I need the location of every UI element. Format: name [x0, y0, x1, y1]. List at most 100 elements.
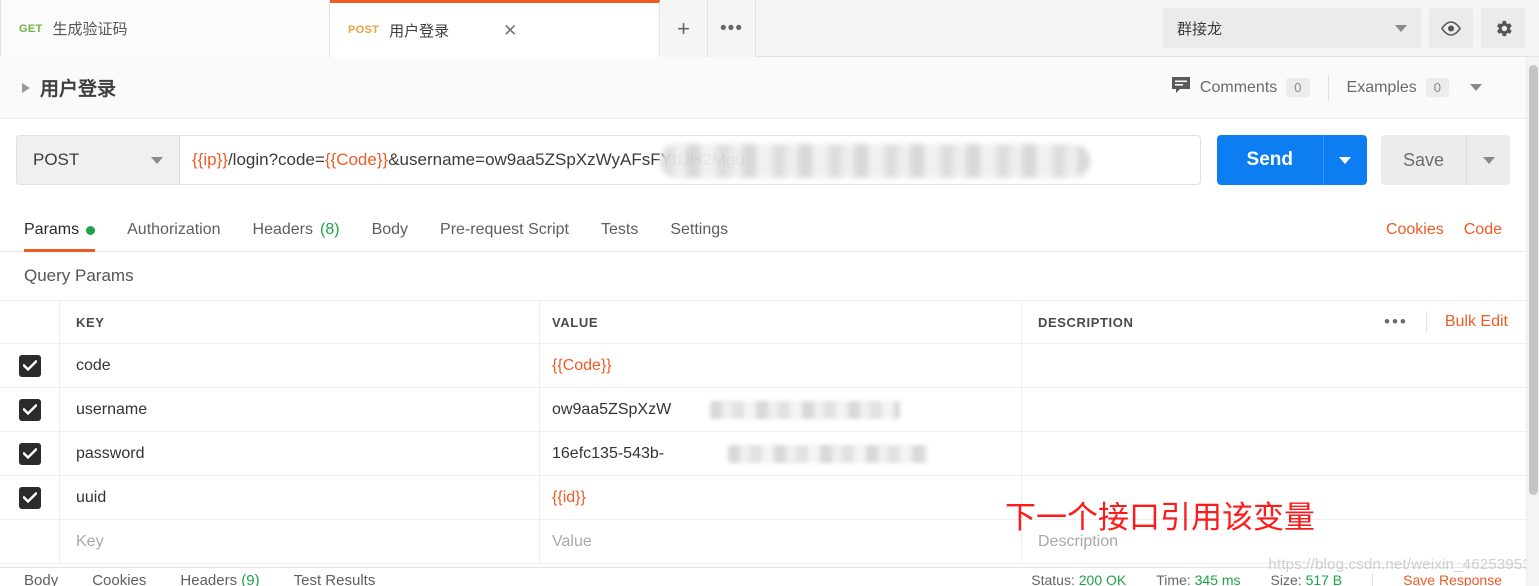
tab-params-label: Params: [24, 221, 80, 238]
tab-body[interactable]: Body: [356, 221, 424, 251]
url-bar-row: POST {{ip}}/login?code={{Code}}&username…: [0, 119, 1526, 201]
tab-tests-label: Tests: [600, 221, 639, 238]
code-link[interactable]: Code: [1464, 221, 1502, 239]
new-key-input[interactable]: Key: [60, 520, 540, 563]
response-tab-body[interactable]: Body: [24, 572, 58, 586]
save-response-button[interactable]: Save Response: [1403, 572, 1502, 586]
time-label: Time:: [1156, 572, 1191, 586]
row-description[interactable]: [1022, 432, 1526, 475]
row-value: 16efc135-543b-: [552, 444, 665, 462]
cookies-link[interactable]: Cookies: [1386, 221, 1444, 239]
chevron-down-icon: [1395, 24, 1407, 32]
environment-controls: 群接龙: [1163, 8, 1525, 48]
tab-method-get: GET: [19, 22, 43, 35]
tab-pre-request-script-label: Pre-request Script: [440, 221, 569, 238]
column-header-key: KEY: [60, 301, 540, 343]
row-checkbox[interactable]: [18, 398, 41, 421]
row-description[interactable]: [1022, 344, 1526, 387]
request-tab-post[interactable]: POST 用户登录 ✕: [330, 0, 660, 57]
plus-icon[interactable]: +: [660, 0, 708, 57]
tab-label-get: 生成验证码: [52, 21, 128, 38]
comments-count: 0: [1286, 78, 1310, 97]
row-value: {{Code}}: [552, 356, 612, 374]
section-tabs-links: Cookies Code: [1386, 221, 1502, 251]
response-tab-test-results[interactable]: Test Results: [294, 572, 376, 586]
row-value-cell[interactable]: {{Code}}: [540, 344, 1022, 387]
ellipsis-icon[interactable]: •••: [708, 0, 756, 57]
query-params-section-header: Query Params: [0, 252, 1526, 300]
examples-button[interactable]: Examples 0: [1329, 78, 1500, 97]
tab-authorization[interactable]: Authorization: [111, 221, 236, 251]
chevron-right-icon[interactable]: [22, 82, 30, 93]
response-tabs: Body Cookies Headers (9) Test Results: [24, 572, 375, 586]
column-header-value: VALUE: [540, 301, 1022, 343]
table-header-row: KEY VALUE DESCRIPTION ••• Bulk Edit: [0, 300, 1526, 344]
response-tab-headers[interactable]: Headers (9): [180, 572, 259, 586]
tab-tests[interactable]: Tests: [585, 221, 654, 251]
comments-button[interactable]: Comments 0: [1153, 76, 1328, 100]
new-value-input[interactable]: Value: [540, 520, 1022, 563]
row-key[interactable]: password: [60, 432, 540, 475]
tab-settings-label: Settings: [670, 221, 729, 238]
send-options-button[interactable]: [1322, 135, 1367, 185]
send-button[interactable]: Send: [1216, 135, 1323, 185]
url-input[interactable]: {{ip}}/login?code={{Code}}&username=ow9a…: [179, 135, 1201, 185]
tab-method-post: POST: [348, 24, 380, 36]
tab-headers[interactable]: Headers (8): [237, 221, 356, 251]
row-value-cell[interactable]: 16efc135-543b-: [540, 432, 1022, 475]
tab-body-label: Body: [371, 221, 409, 238]
time-item: Time: 345 ms: [1156, 572, 1240, 586]
row-value-cell[interactable]: {{id}}: [540, 476, 1022, 519]
save-options-button[interactable]: [1466, 135, 1510, 185]
tab-params[interactable]: Params: [24, 221, 111, 252]
table-row: code {{Code}}: [0, 344, 1526, 388]
tab-label-post: 用户登录: [389, 22, 450, 40]
table-header-actions: ••• Bulk Edit: [1366, 311, 1526, 333]
http-method-value: POST: [33, 150, 80, 169]
row-check-cell: [0, 344, 60, 387]
row-check-cell: [0, 388, 60, 431]
redacted-value-region: [710, 401, 900, 419]
ellipsis-icon[interactable]: •••: [1366, 312, 1426, 332]
row-value-cell[interactable]: ow9aa5ZSpXzW: [540, 388, 1022, 431]
response-tab-headers-count: (9): [241, 572, 260, 586]
scrollbar-thumb[interactable]: [1529, 65, 1538, 495]
redacted-value-region: [728, 445, 928, 463]
eye-icon[interactable]: [1429, 8, 1473, 48]
tab-settings[interactable]: Settings: [654, 221, 744, 251]
chevron-down-icon[interactable]: [1470, 84, 1482, 91]
examples-count: 0: [1425, 78, 1449, 97]
row-description[interactable]: [1022, 388, 1526, 431]
postman-window: GET 生成验证码 POST 用户登录 ✕ + ••• 群接龙 用户登录 Com…: [0, 0, 1539, 586]
response-tab-cookies[interactable]: Cookies: [92, 572, 146, 586]
bulk-edit-link[interactable]: Bulk Edit: [1427, 313, 1508, 331]
http-method-selector[interactable]: POST: [16, 135, 179, 185]
close-icon[interactable]: ✕: [503, 22, 517, 39]
row-key[interactable]: username: [60, 388, 540, 431]
new-description-input[interactable]: Description: [1022, 520, 1526, 563]
tab-pre-request-script[interactable]: Pre-request Script: [424, 221, 585, 251]
row-description[interactable]: [1022, 476, 1526, 519]
title-row-actions: Comments 0 Examples 0: [1153, 74, 1526, 101]
status-item: Status: 200 OK: [1031, 572, 1126, 586]
save-button[interactable]: Save: [1380, 135, 1466, 185]
row-checkbox[interactable]: [18, 442, 41, 465]
send-button-group: Send: [1216, 135, 1367, 185]
redacted-url-region: [660, 144, 1090, 178]
row-checkbox[interactable]: [18, 354, 41, 377]
row-checkbox[interactable]: [18, 486, 41, 509]
status-label: Status:: [1031, 572, 1075, 586]
row-key[interactable]: code: [60, 344, 540, 387]
column-header-description: DESCRIPTION: [1038, 314, 1134, 330]
column-header-description-cell: DESCRIPTION ••• Bulk Edit: [1022, 301, 1526, 343]
request-tab-get[interactable]: GET 生成验证码: [0, 0, 330, 57]
environment-selector[interactable]: 群接龙: [1163, 8, 1421, 48]
tab-headers-label: Headers: [252, 221, 313, 238]
request-title-row: 用户登录 Comments 0 Examples 0: [0, 57, 1526, 119]
url-path: /login?code=: [227, 150, 325, 169]
chevron-down-icon: [151, 156, 163, 164]
row-key[interactable]: uuid: [60, 476, 540, 519]
size-label: Size:: [1270, 572, 1302, 586]
vertical-scrollbar[interactable]: [1526, 57, 1539, 586]
gear-icon[interactable]: [1481, 8, 1525, 48]
